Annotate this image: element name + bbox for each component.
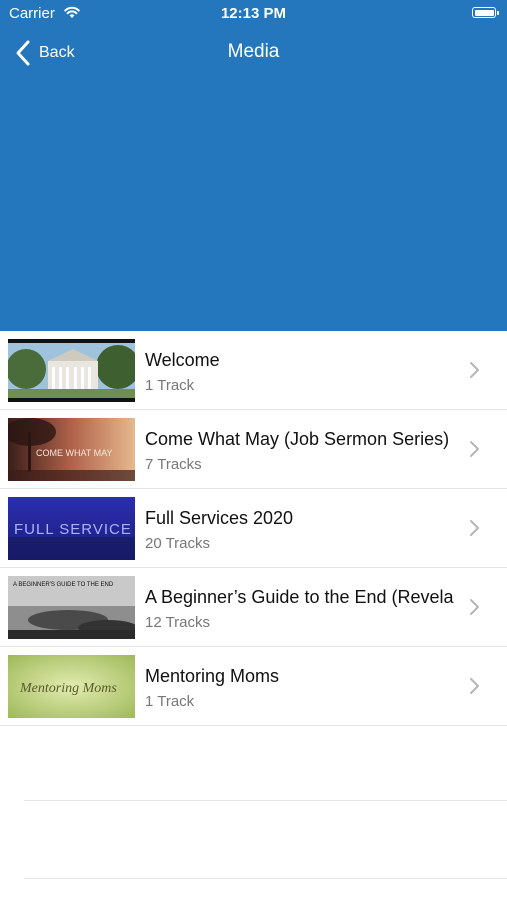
clock-time: 12:13 PM — [220, 5, 287, 22]
item-title: Come What May (Job Sermon Series) — [145, 429, 450, 449]
header-banner: Carrier 12:13 PM Back Media — [0, 0, 507, 331]
list-item[interactable]: COME WHAT MAY Come What May (Job Sermon … — [0, 410, 507, 489]
item-track-count: 12 Tracks — [145, 614, 211, 631]
thumbnail-image: A BEGINNER'S GUIDE TO THE END — [8, 576, 135, 639]
chevron-right-icon — [470, 678, 479, 694]
item-title: A Beginner’s Guide to the End (Revela — [145, 587, 454, 607]
item-track-count: 20 Tracks — [145, 535, 211, 552]
thumbnail-image: FULL SERVICE — [8, 497, 135, 560]
status-bar: Carrier 12:13 PM — [0, 0, 507, 28]
thumbnail-image — [8, 339, 135, 402]
thumbnail-image: COME WHAT MAY — [8, 418, 135, 481]
item-title: Welcome — [145, 350, 220, 370]
chevron-right-icon — [470, 599, 479, 615]
item-track-count: 7 Tracks — [145, 456, 202, 473]
list-item[interactable]: FULL SERVICE Full Services 2020 20 Track… — [0, 489, 507, 568]
thumbnail-text: A BEGINNER'S GUIDE TO THE END — [13, 582, 114, 588]
empty-row-separator — [24, 800, 507, 801]
chevron-right-icon — [470, 520, 479, 536]
list-item[interactable]: A BEGINNER'S GUIDE TO THE END A Beginner… — [0, 568, 507, 647]
thumbnail-text: Mentoring Moms — [19, 681, 117, 696]
list-item[interactable]: Welcome 1 Track — [0, 331, 507, 410]
chevron-right-icon — [470, 441, 479, 457]
list-item[interactable]: Mentoring Moms Mentoring Moms 1 Track — [0, 647, 507, 726]
thumbnail-image: Mentoring Moms — [8, 655, 135, 718]
thumbnail-text: COME WHAT MAY — [36, 448, 113, 458]
empty-row-separator — [24, 878, 507, 879]
item-title: Mentoring Moms — [145, 666, 280, 686]
item-title: Full Services 2020 — [145, 508, 294, 528]
thumbnail-text: FULL SERVICE — [14, 521, 132, 538]
item-track-count: 1 Track — [145, 693, 195, 710]
battery-icon — [472, 7, 499, 18]
media-list: Welcome 1 Track COME WHAT MAY Come What … — [0, 331, 507, 726]
page-title: Media — [227, 41, 280, 62]
item-track-count: 1 Track — [145, 377, 195, 394]
chevron-right-icon — [470, 362, 479, 378]
navigation-bar: Back Media — [0, 28, 507, 78]
